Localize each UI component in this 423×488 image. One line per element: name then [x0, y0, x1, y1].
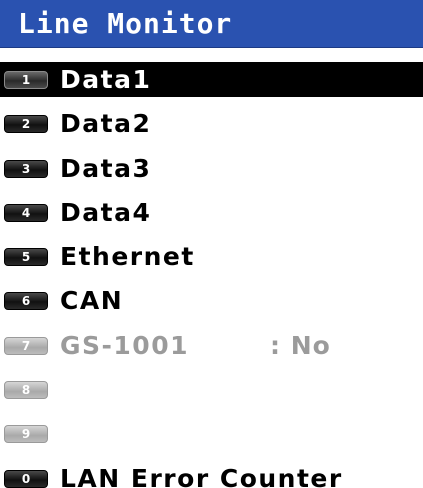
key-1-icon: 1 — [4, 71, 48, 89]
key-8-icon: 8 — [4, 381, 48, 400]
menu-item-data4[interactable]: 4 Data4 — [0, 195, 423, 230]
key-number: 2 — [21, 117, 31, 132]
menu-item-can[interactable]: 6 CAN — [0, 283, 423, 318]
key-7-icon: 7 — [4, 336, 48, 355]
menu-item-label: Ethernet — [60, 242, 195, 272]
menu-item-label: Data1 — [60, 65, 152, 94]
menu-item-data3[interactable]: 3 Data3 — [0, 151, 423, 186]
key-2-icon: 2 — [4, 115, 48, 134]
menu-item-label: GS-1001 — [60, 330, 189, 360]
menu-item-ethernet[interactable]: 5 Ethernet — [0, 239, 423, 274]
menu-item-label: Data2 — [60, 109, 152, 139]
menu-item-label: LAN Error Counter — [60, 463, 343, 488]
line-monitor-screen: Line Monitor 1 Data1 2 Data2 3 Data3 4 D… — [0, 0, 423, 488]
line-monitor-menu: 1 Data1 2 Data2 3 Data3 4 Data4 5 Ethern… — [0, 62, 423, 488]
menu-item-value: : No — [270, 330, 331, 360]
key-3-icon: 3 — [4, 159, 48, 178]
key-number: 9 — [21, 427, 31, 442]
key-5-icon: 5 — [4, 248, 48, 267]
menu-item-lan-error-counter[interactable]: 0 LAN Error Counter — [0, 461, 423, 488]
key-4-icon: 4 — [4, 203, 48, 222]
key-number: 7 — [21, 338, 31, 353]
menu-item-data1[interactable]: 1 Data1 — [0, 62, 423, 97]
key-number: 5 — [21, 250, 31, 265]
menu-item-label: Data4 — [60, 197, 152, 227]
title-bar: Line Monitor — [0, 0, 423, 48]
menu-item-data2[interactable]: 2 Data2 — [0, 106, 423, 141]
menu-item-empty-9: 9 — [0, 416, 423, 451]
key-number: 4 — [21, 205, 31, 220]
key-number: 1 — [21, 73, 31, 87]
key-6-icon: 6 — [4, 292, 48, 311]
menu-item-label: CAN — [60, 286, 124, 316]
menu-item-empty-8: 8 — [0, 372, 423, 407]
page-title: Line Monitor — [18, 7, 233, 40]
key-number: 6 — [21, 294, 31, 309]
key-9-icon: 9 — [4, 425, 48, 444]
key-number: 3 — [21, 161, 31, 176]
key-0-icon: 0 — [4, 469, 48, 488]
key-number: 0 — [21, 471, 31, 486]
menu-item-gs-1001: 7 GS-1001 : No — [0, 328, 423, 363]
menu-item-label: Data3 — [60, 153, 152, 183]
key-number: 8 — [21, 383, 31, 398]
